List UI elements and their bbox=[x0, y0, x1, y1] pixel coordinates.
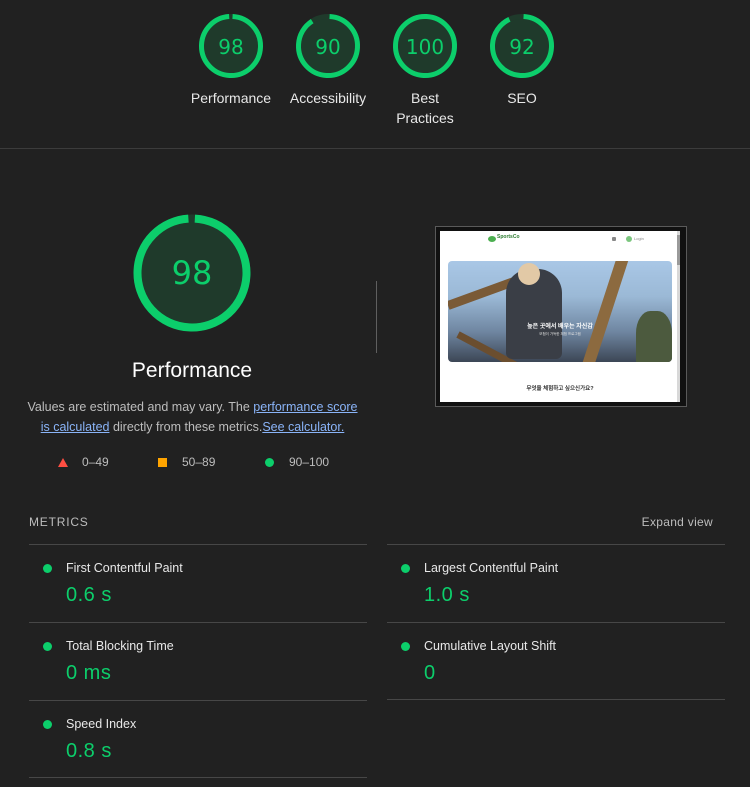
thumbnail-hero-title: 높은 곳에서 배우는 자신감 bbox=[527, 324, 593, 330]
legend-average: 50–89 bbox=[158, 455, 215, 469]
thumbnail-hero-subtitle: 모험이 가득한 체험 프로그램 bbox=[539, 332, 581, 336]
seo-gauge: 92 bbox=[490, 13, 554, 78]
performance-score: 98 bbox=[218, 35, 243, 59]
pass-circle-icon bbox=[43, 720, 52, 729]
final-screenshot-thumbnail[interactable]: SportsCo Login 높은 곳에서 배우는 자신감 모험이 가득한 체험… bbox=[435, 226, 687, 407]
performance-main-gauge: 98 bbox=[132, 213, 252, 338]
logo-icon bbox=[488, 236, 496, 242]
performance-heading: Performance bbox=[131, 359, 253, 382]
vertical-divider bbox=[376, 281, 377, 353]
metric-value: 0.6 s bbox=[66, 584, 112, 606]
legend-fail: 0–49 bbox=[58, 455, 109, 469]
metrics-title: METRICS bbox=[29, 515, 89, 529]
legend-pass: 90–100 bbox=[265, 455, 329, 469]
accessibility-gauge: 90 bbox=[296, 13, 360, 78]
fail-triangle-icon bbox=[58, 457, 68, 467]
metric-divider bbox=[387, 699, 725, 700]
pass-circle-icon bbox=[265, 457, 274, 467]
score-summary: 98 Performance 90 Accessibility 100 Best… bbox=[0, 0, 750, 149]
expand-view-toggle[interactable]: Expand view bbox=[642, 515, 713, 529]
average-square-icon bbox=[158, 457, 167, 467]
thumbnail-logo-text: SportsCo bbox=[497, 234, 520, 240]
metric-label: Total Blocking Time bbox=[66, 639, 174, 653]
thumbnail-page: SportsCo Login 높은 곳에서 배우는 자신감 모험이 가득한 체험… bbox=[440, 231, 680, 402]
thumbnail-scrollbar bbox=[677, 231, 680, 402]
metric-value: 1.0 s bbox=[424, 584, 470, 606]
metric-label: Cumulative Layout Shift bbox=[424, 639, 557, 653]
metric-cumulative-layout-shift: Cumulative Layout Shift 0 bbox=[387, 622, 725, 700]
pass-circle-icon bbox=[43, 564, 52, 573]
thumbnail-nav: SportsCo Login bbox=[440, 231, 680, 247]
seo-label: SEO bbox=[507, 90, 537, 106]
thumbnail-hero-image: 높은 곳에서 배우는 자신감 모험이 가득한 체험 프로그램 bbox=[448, 261, 672, 362]
accessibility-score: 90 bbox=[315, 35, 340, 59]
metric-label: Largest Contentful Paint bbox=[424, 561, 559, 575]
metric-label: First Contentful Paint bbox=[66, 561, 183, 575]
thumbnail-nav-text: Login bbox=[634, 236, 644, 241]
metric-divider bbox=[29, 777, 367, 778]
performance-description: Values are estimated and may vary. The p… bbox=[27, 400, 358, 434]
thumbnail-question: 무엇을 체험하고 싶으신가요? bbox=[526, 386, 594, 392]
performance-main-score: 98 bbox=[172, 254, 213, 292]
best-practices-score: 100 bbox=[406, 35, 444, 59]
metric-value: 0 bbox=[424, 662, 436, 684]
summary-performance[interactable]: 98 Performance bbox=[183, 12, 279, 108]
metric-value: 0 ms bbox=[66, 662, 112, 684]
performance-gauge: 98 bbox=[199, 13, 263, 78]
user-icon bbox=[626, 236, 632, 242]
see-calculator-link[interactable]: See calculator. bbox=[262, 420, 344, 434]
accessibility-label: Accessibility bbox=[289, 90, 367, 106]
menu-icon bbox=[612, 237, 616, 241]
seo-score: 92 bbox=[509, 35, 534, 59]
best-practices-gauge: 100 bbox=[393, 13, 457, 78]
pass-circle-icon bbox=[401, 642, 410, 651]
metric-label: Speed Index bbox=[66, 717, 137, 731]
summary-accessibility[interactable]: 90 Accessibility bbox=[280, 12, 376, 108]
summary-seo[interactable]: 92 SEO bbox=[474, 12, 570, 108]
metric-first-contentful-paint: First Contentful Paint 0.6 s bbox=[29, 544, 367, 622]
metric-value: 0.8 s bbox=[66, 740, 112, 762]
pass-circle-icon bbox=[43, 642, 52, 651]
metric-largest-contentful-paint: Largest Contentful Paint 1.0 s bbox=[387, 544, 725, 622]
metric-total-blocking-time: Total Blocking Time 0 ms bbox=[29, 622, 367, 700]
pass-circle-icon bbox=[401, 564, 410, 573]
metric-speed-index: Speed Index 0.8 s bbox=[29, 700, 367, 778]
performance-label: Performance bbox=[190, 90, 272, 106]
best-practices-label: Best Practices bbox=[396, 90, 454, 126]
summary-best-practices[interactable]: 100 Best Practices bbox=[377, 12, 473, 128]
